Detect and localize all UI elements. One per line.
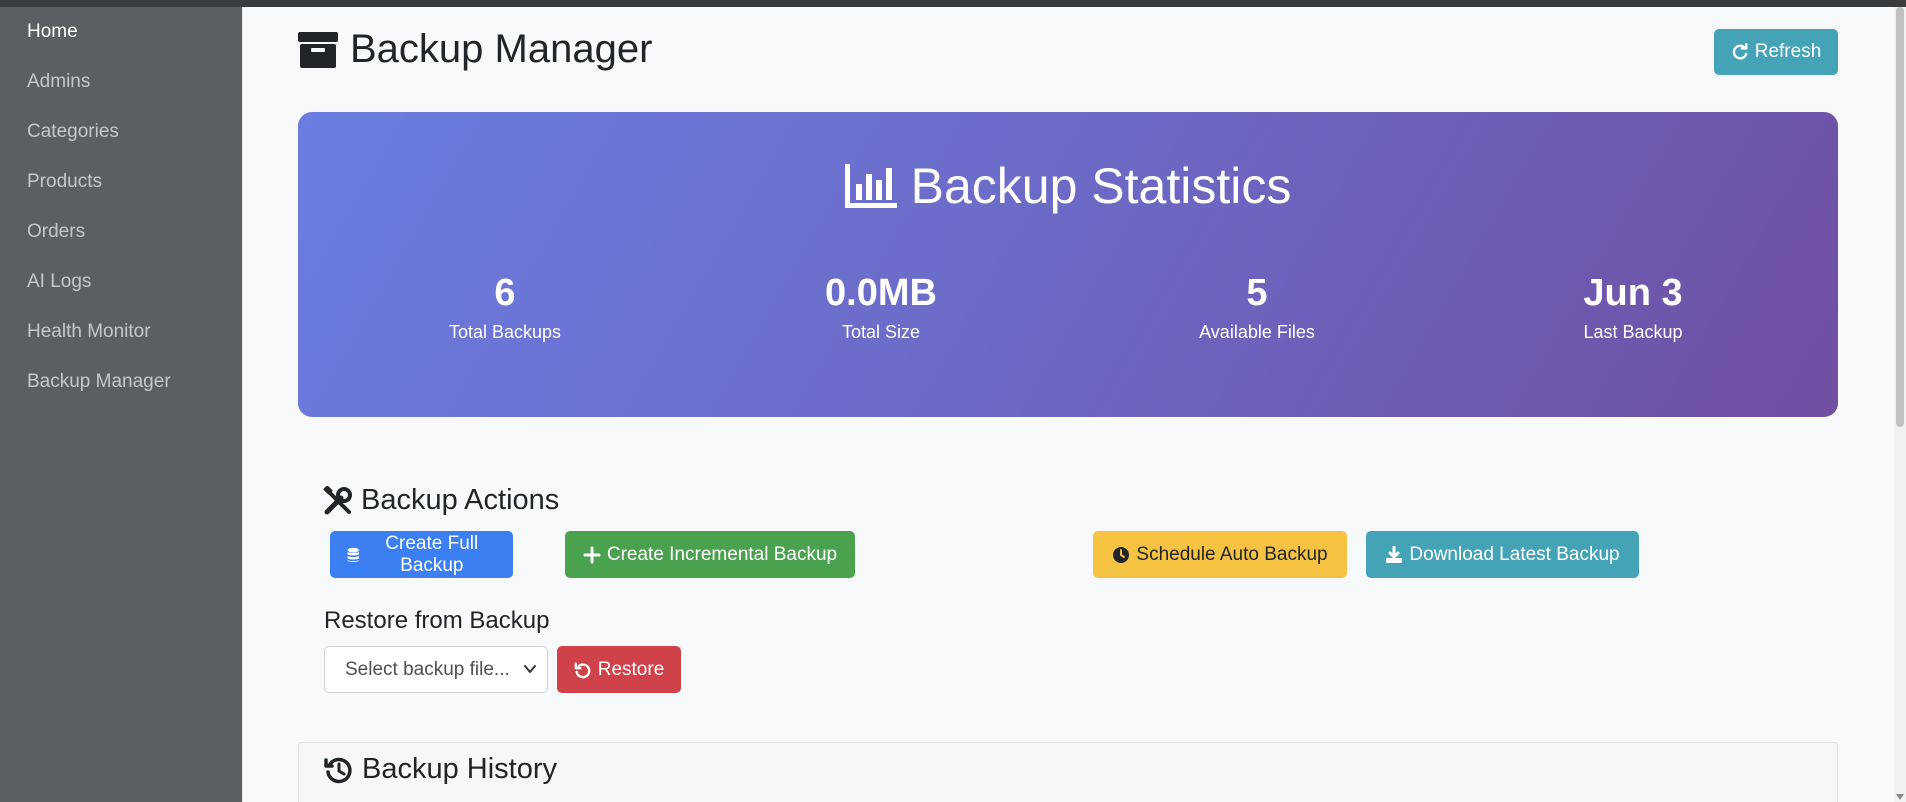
stat-value: 5	[1246, 272, 1268, 314]
backup-file-select[interactable]: Select backup file...	[324, 646, 548, 693]
stat-value: Jun 3	[1583, 272, 1683, 314]
page-title: Backup Manager	[298, 27, 652, 72]
backup-statistics-card: Backup Statistics 6 Total Backups 0.0MB …	[298, 112, 1838, 417]
sidebar-item-admins[interactable]: Admins	[0, 57, 242, 107]
tools-icon	[323, 485, 352, 514]
download-latest-backup-button[interactable]: Download Latest Backup	[1366, 531, 1639, 578]
stat-total-backups: 6 Total Backups	[355, 270, 655, 343]
page-title-text: Backup Manager	[350, 27, 653, 71]
stats-title: Backup Statistics	[298, 157, 1838, 215]
sidebar-item-products[interactable]: Products	[0, 157, 242, 207]
backup-actions-title-text: Backup Actions	[361, 484, 560, 516]
restore-button-label: Restore	[597, 658, 665, 680]
window-top-bar	[0, 0, 1906, 7]
download-latest-backup-label: Download Latest Backup	[1409, 543, 1620, 565]
sidebar-item-orders[interactable]: Orders	[0, 207, 242, 257]
stat-value: 0.0MB	[825, 272, 937, 314]
refresh-icon	[1732, 43, 1748, 60]
backup-history-title: Backup History	[324, 753, 557, 786]
undo-icon	[574, 662, 591, 678]
plus-icon	[583, 546, 601, 563]
sidebar-item-categories[interactable]: Categories	[0, 107, 242, 157]
backup-history-title-text: Backup History	[362, 753, 558, 785]
archive-icon	[298, 31, 338, 68]
create-full-backup-button[interactable]: Create Full Backup	[330, 531, 513, 578]
chevron-down-icon	[524, 665, 536, 674]
backup-file-select-value: Select backup file...	[345, 658, 510, 680]
backup-actions-title: Backup Actions	[323, 484, 559, 517]
database-icon	[347, 547, 359, 562]
history-icon	[324, 757, 352, 783]
sidebar-item-ai-logs[interactable]: AI Logs	[0, 257, 242, 307]
refresh-button-label: Refresh	[1754, 41, 1822, 62]
sidebar-item-home[interactable]: Home	[0, 7, 242, 57]
sidebar-item-backup-manager[interactable]: Backup Manager	[0, 357, 242, 407]
schedule-auto-backup-button[interactable]: Schedule Auto Backup	[1093, 531, 1347, 578]
download-icon	[1386, 545, 1403, 563]
backup-history-card: Backup History	[298, 742, 1838, 802]
stat-label: Last Backup	[1583, 322, 1683, 342]
scroll-down-arrow-icon[interactable]	[1896, 794, 1904, 800]
schedule-auto-backup-label: Schedule Auto Backup	[1136, 543, 1328, 565]
stat-total-size: 0.0MB Total Size	[731, 270, 1031, 343]
stat-label: Total Backups	[448, 322, 562, 342]
stat-available-files: 5 Available Files	[1107, 270, 1407, 343]
refresh-button[interactable]: Refresh	[1714, 29, 1838, 75]
sidebar: Home Admins Categories Products Orders A…	[0, 7, 242, 802]
create-incremental-backup-label: Create Incremental Backup	[606, 543, 838, 565]
stats-title-text: Backup Statistics	[910, 158, 1292, 214]
stat-label: Total Size	[841, 322, 921, 342]
restore-from-backup-label: Restore from Backup	[324, 607, 550, 634]
page-scrollbar[interactable]	[1894, 7, 1906, 802]
stat-value: 6	[494, 272, 516, 314]
main-content: Backup Manager Refresh Backup Statistics…	[243, 7, 1894, 802]
create-incremental-backup-button[interactable]: Create Incremental Backup	[565, 531, 855, 578]
clock-icon	[1113, 546, 1130, 563]
stat-last-backup: Jun 3 Last Backup	[1483, 270, 1783, 343]
sidebar-item-health-monitor[interactable]: Health Monitor	[0, 307, 242, 357]
chart-bar-icon	[844, 164, 897, 208]
scrollbar-thumb[interactable]	[1896, 7, 1904, 427]
restore-button[interactable]: Restore	[557, 646, 681, 693]
create-full-backup-label: Create Full Backup	[385, 532, 479, 576]
stat-label: Available Files	[1199, 322, 1315, 342]
